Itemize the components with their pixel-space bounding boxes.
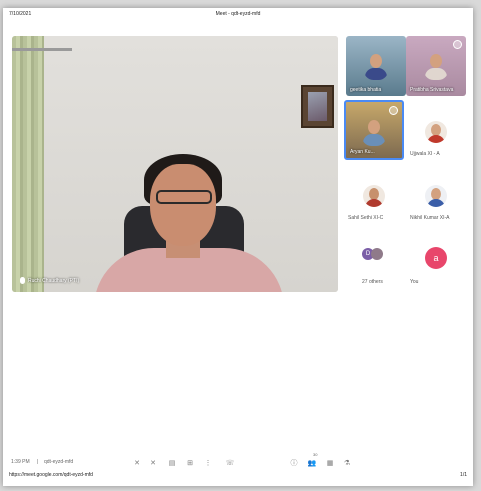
participant-label: Aryan Ku... (350, 149, 375, 155)
meeting-code: qdt-eyzd-mfd (44, 459, 74, 465)
participant-tile-1[interactable]: geetika bhatia (346, 36, 406, 96)
participant-avatar (425, 185, 447, 207)
others-avatars: D (362, 248, 390, 262)
print-url: https://meet.google.com/qdt-eyzd-mfd (9, 472, 93, 478)
participant-label: 27 others (362, 279, 383, 285)
main-video[interactable]: Ruchi Chaudhary (PTI) (12, 36, 338, 292)
participant-tile-4[interactable]: Ujjwala XI - A (406, 100, 466, 160)
printed-page: 7/10/2021 Meet - qdt-eyzd-mfd Ruchi Chau… (3, 8, 473, 486)
participant-label: Sahil Sethi XI-C (348, 215, 384, 221)
photo-frame (301, 85, 334, 128)
captions-icon[interactable]: ▤ (168, 459, 176, 467)
print-page-number: 1/1 (460, 472, 467, 478)
presenter-glasses (156, 190, 212, 204)
main-video-name: Ruchi Chaudhary (PTI) (20, 277, 79, 284)
mic-icon (20, 277, 25, 284)
curtain-rod (12, 48, 72, 51)
participant-tile-3[interactable]: Aryan Ku... (344, 100, 404, 160)
print-header: 7/10/2021 Meet - qdt-eyzd-mfd (9, 11, 467, 21)
participant-tile-2[interactable]: Pratibha Srivastava (406, 36, 466, 96)
participant-video-face (363, 50, 389, 80)
participant-label: You (410, 279, 419, 285)
people-icon[interactable]: 👥 (307, 459, 317, 467)
pin-icon[interactable] (453, 40, 462, 49)
participant-video-face (361, 116, 387, 146)
mic-toggle-icon[interactable]: ✕ (133, 459, 141, 467)
end-call-icon[interactable]: ☏ (225, 459, 235, 467)
participant-video-face (423, 50, 449, 80)
print-title: Meet - qdt-eyzd-mfd (215, 11, 261, 17)
meeting-divider: | (37, 459, 39, 465)
more-options-icon[interactable]: ⋮ (204, 459, 212, 467)
participant-label: geetika bhatia (350, 87, 382, 93)
participant-tile-you[interactable]: a You (406, 228, 466, 288)
participant-label: Nikhil Kumar XI-A (410, 215, 450, 221)
present-icon[interactable]: ⊞ (186, 459, 194, 467)
participant-avatar (363, 185, 385, 207)
participant-tile-others[interactable]: D 27 others (344, 228, 404, 288)
chat-icon[interactable]: ▦ (326, 459, 334, 467)
print-date: 7/10/2021 (9, 11, 32, 17)
participant-label: Pratibha Srivastava (410, 87, 454, 93)
participant-label: Ujjwala XI - A (410, 151, 440, 157)
main-video-name-label: Ruchi Chaudhary (PTI) (28, 277, 80, 284)
participant-tile-5[interactable]: Sahil Sethi XI-C (344, 164, 404, 224)
you-avatar: a (425, 247, 447, 269)
curtain (12, 36, 44, 292)
others-photo (371, 248, 383, 260)
pin-icon[interactable] (389, 106, 398, 115)
participant-avatar (425, 121, 447, 143)
camera-toggle-icon[interactable]: ✕ (149, 459, 157, 467)
meeting-details-icon[interactable]: ⓘ (290, 459, 298, 467)
bottom-bar: 1:39 PM | qdt-eyzd-mfd ✕ ✕ ▤ ⊞ ⋮ ☏ ⓘ 👥 3… (3, 452, 473, 473)
print-footer: https://meet.google.com/qdt-eyzd-mfd 1/1 (9, 472, 467, 482)
activities-icon[interactable]: ⚗ (343, 459, 351, 467)
participant-tile-6[interactable]: Nikhil Kumar XI-A (406, 164, 466, 224)
meeting-time: 1:39 PM (11, 459, 30, 465)
presenter-head (150, 164, 216, 246)
people-count: 30 (313, 452, 318, 457)
